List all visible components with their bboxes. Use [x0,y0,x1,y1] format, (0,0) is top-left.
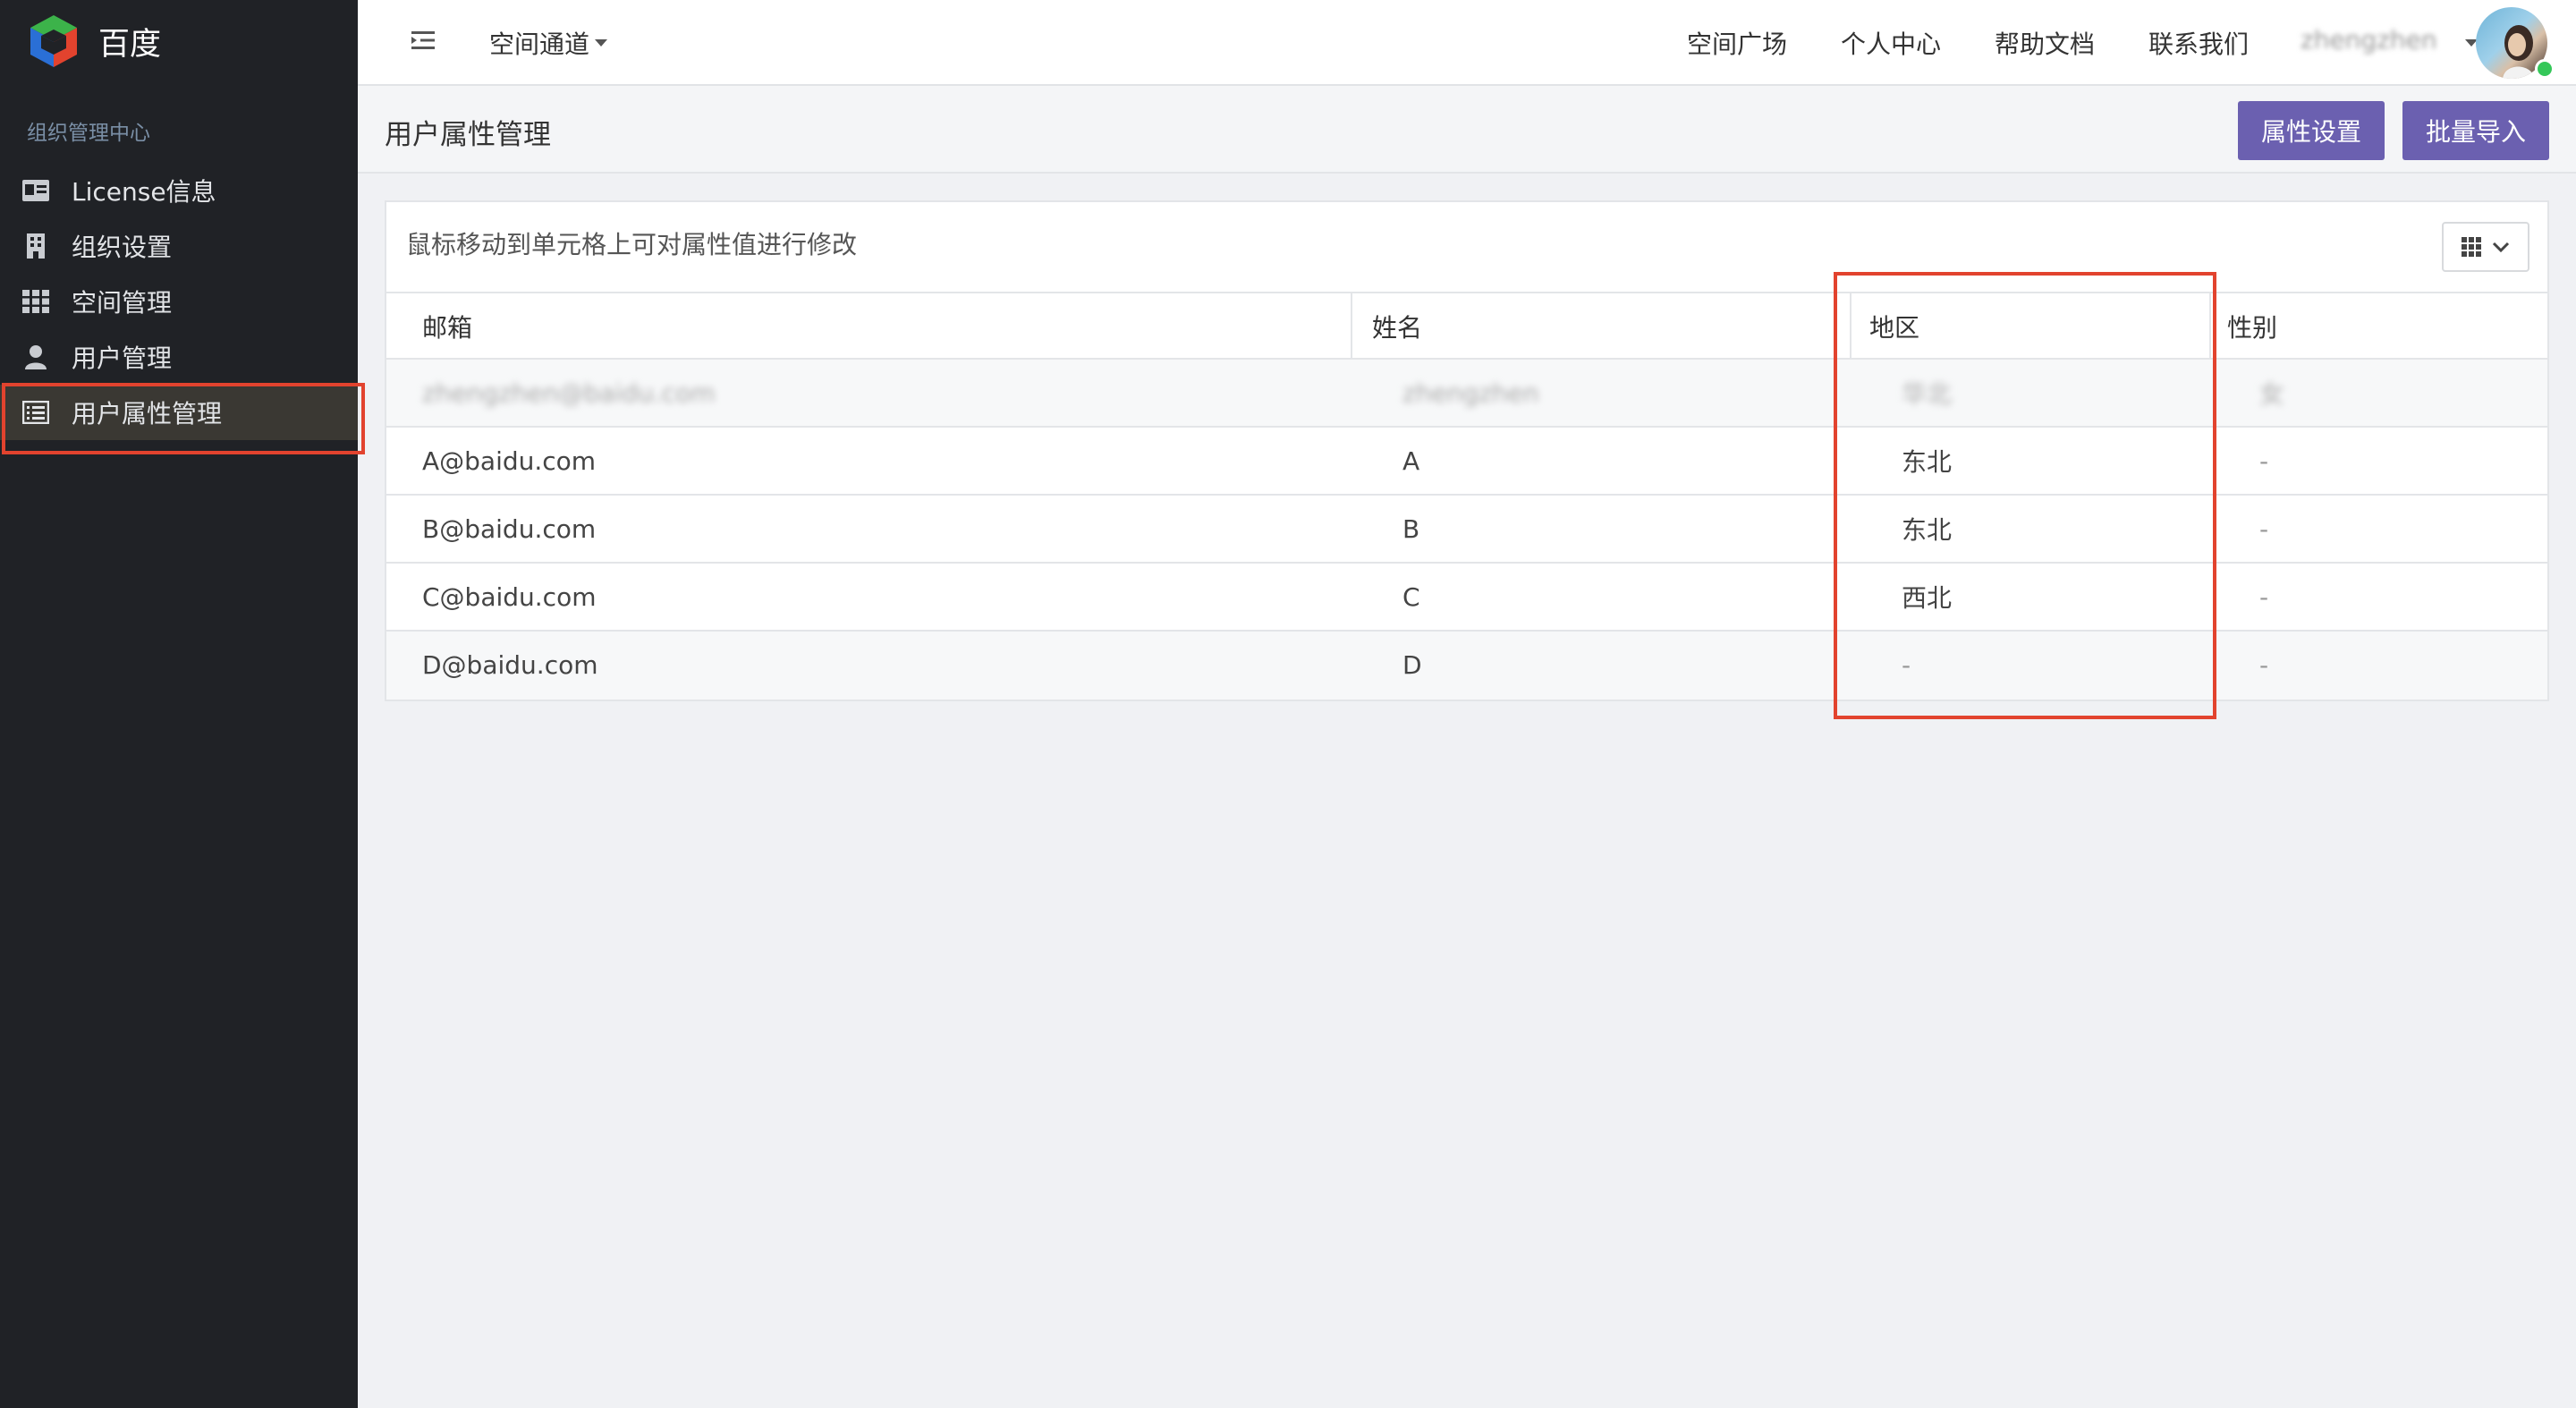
sidebar-item-label: License信息 [72,177,216,207]
building-icon [21,232,50,260]
space-channel-label: 空间通道 [489,30,590,59]
list-icon [21,398,50,427]
table-row[interactable]: B@baidu.com B 东北 - [386,496,2547,564]
cell-name[interactable]: zhengzhen [1367,360,1539,426]
cell-gender[interactable]: - [2224,632,2268,698]
cell-gender[interactable]: 女 [2224,360,2284,426]
cell-email[interactable]: zhengzhen@baidu.com [386,360,716,426]
sidebar-item-label: 组织设置 [72,233,173,262]
table-row[interactable]: C@baidu.com C 西北 - [386,564,2547,632]
column-toggle-button[interactable] [2442,222,2529,272]
batch-import-button[interactable]: 批量导入 [2402,101,2549,160]
id-card-icon [21,176,50,205]
sidebar-item-user-attributes[interactable]: 用户属性管理 [0,385,358,440]
sidebar-item-label: 用户属性管理 [72,399,223,428]
menu-collapse-icon[interactable] [410,27,442,59]
cell-name[interactable]: B [1367,496,1419,562]
nav-link-contact-us[interactable]: 联系我们 [2148,25,2249,61]
cell-region[interactable]: 华北 [1866,360,1952,426]
cell-gender[interactable]: - [2224,564,2268,630]
sidebar-item-user-management[interactable]: 用户管理 [0,329,358,385]
user-name[interactable]: zhengzhen [2301,25,2437,55]
space-channel-dropdown[interactable]: 空间通道 [489,25,608,61]
caret-down-icon [595,39,608,47]
chevron-down-icon [2492,242,2510,253]
cell-email[interactable]: B@baidu.com [386,496,596,562]
table-row[interactable]: A@baidu.com A 东北 - [386,428,2547,496]
nav-link-personal-center[interactable]: 个人中心 [1841,25,1941,61]
cell-gender[interactable]: - [2224,428,2268,494]
column-header-name[interactable]: 姓名 [1351,293,1832,360]
sidebar-item-label: 用户管理 [72,344,173,373]
top-bar: 空间通道 空间广场 个人中心 帮助文档 联系我们 zhengzhen [358,0,2576,86]
brand[interactable]: 百度 [27,13,161,70]
online-status-dot [2535,59,2555,79]
brand-name: 百度 [98,26,162,63]
column-header-email[interactable]: 邮箱 [386,293,1351,360]
cell-email[interactable]: D@baidu.com [386,632,598,698]
page-header: 用户属性管理 属性设置 批量导入 [358,86,2576,174]
attribute-settings-button[interactable]: 属性设置 [2238,101,2385,160]
table-header: 邮箱 姓名 地区 性别 [386,292,2547,360]
cell-name[interactable]: A [1367,428,1419,494]
baidu-cube-logo-icon [30,15,77,67]
cell-region[interactable]: 东北 [1866,428,1952,494]
nav-link-help-docs[interactable]: 帮助文档 [1995,25,2095,61]
cell-email[interactable]: A@baidu.com [386,428,596,494]
cell-name[interactable]: D [1367,632,1422,698]
sidebar-item-license[interactable]: License信息 [0,163,358,218]
table-hint: 鼠标移动到单元格上可对属性值进行修改 [406,230,858,259]
column-header-gender[interactable]: 性别 [2209,293,2547,360]
attributes-table-card: 鼠标移动到单元格上可对属性值进行修改 邮箱 姓名 地区 性别 zhengzhen… [385,200,2549,701]
sidebar-item-org-settings[interactable]: 组织设置 [0,218,358,274]
user-icon [21,343,50,371]
cell-region[interactable]: - [1866,632,1911,698]
column-header-region[interactable]: 地区 [1850,293,2209,360]
cell-gender[interactable]: - [2224,496,2268,562]
page-title: 用户属性管理 [385,119,551,151]
nav-link-space-plaza[interactable]: 空间广场 [1687,25,1787,61]
grid-icon [21,287,50,316]
table-row[interactable]: zhengzhen@baidu.com zhengzhen 华北 女 [386,360,2547,428]
sidebar-section-title: 组织管理中心 [27,122,150,145]
cell-name[interactable]: C [1367,564,1420,630]
grid-icon [2462,237,2481,257]
cell-region[interactable]: 西北 [1866,564,1952,630]
table-row[interactable]: D@baidu.com D - - [386,632,2547,700]
sidebar-item-space-management[interactable]: 空间管理 [0,274,358,329]
sidebar: 百度 组织管理中心 License信息 组织设置 空间管理 用户管理 用户属性管… [0,0,358,1408]
cell-email[interactable]: C@baidu.com [386,564,596,630]
sidebar-item-label: 空间管理 [72,288,173,318]
cell-region[interactable]: 东北 [1866,496,1952,562]
